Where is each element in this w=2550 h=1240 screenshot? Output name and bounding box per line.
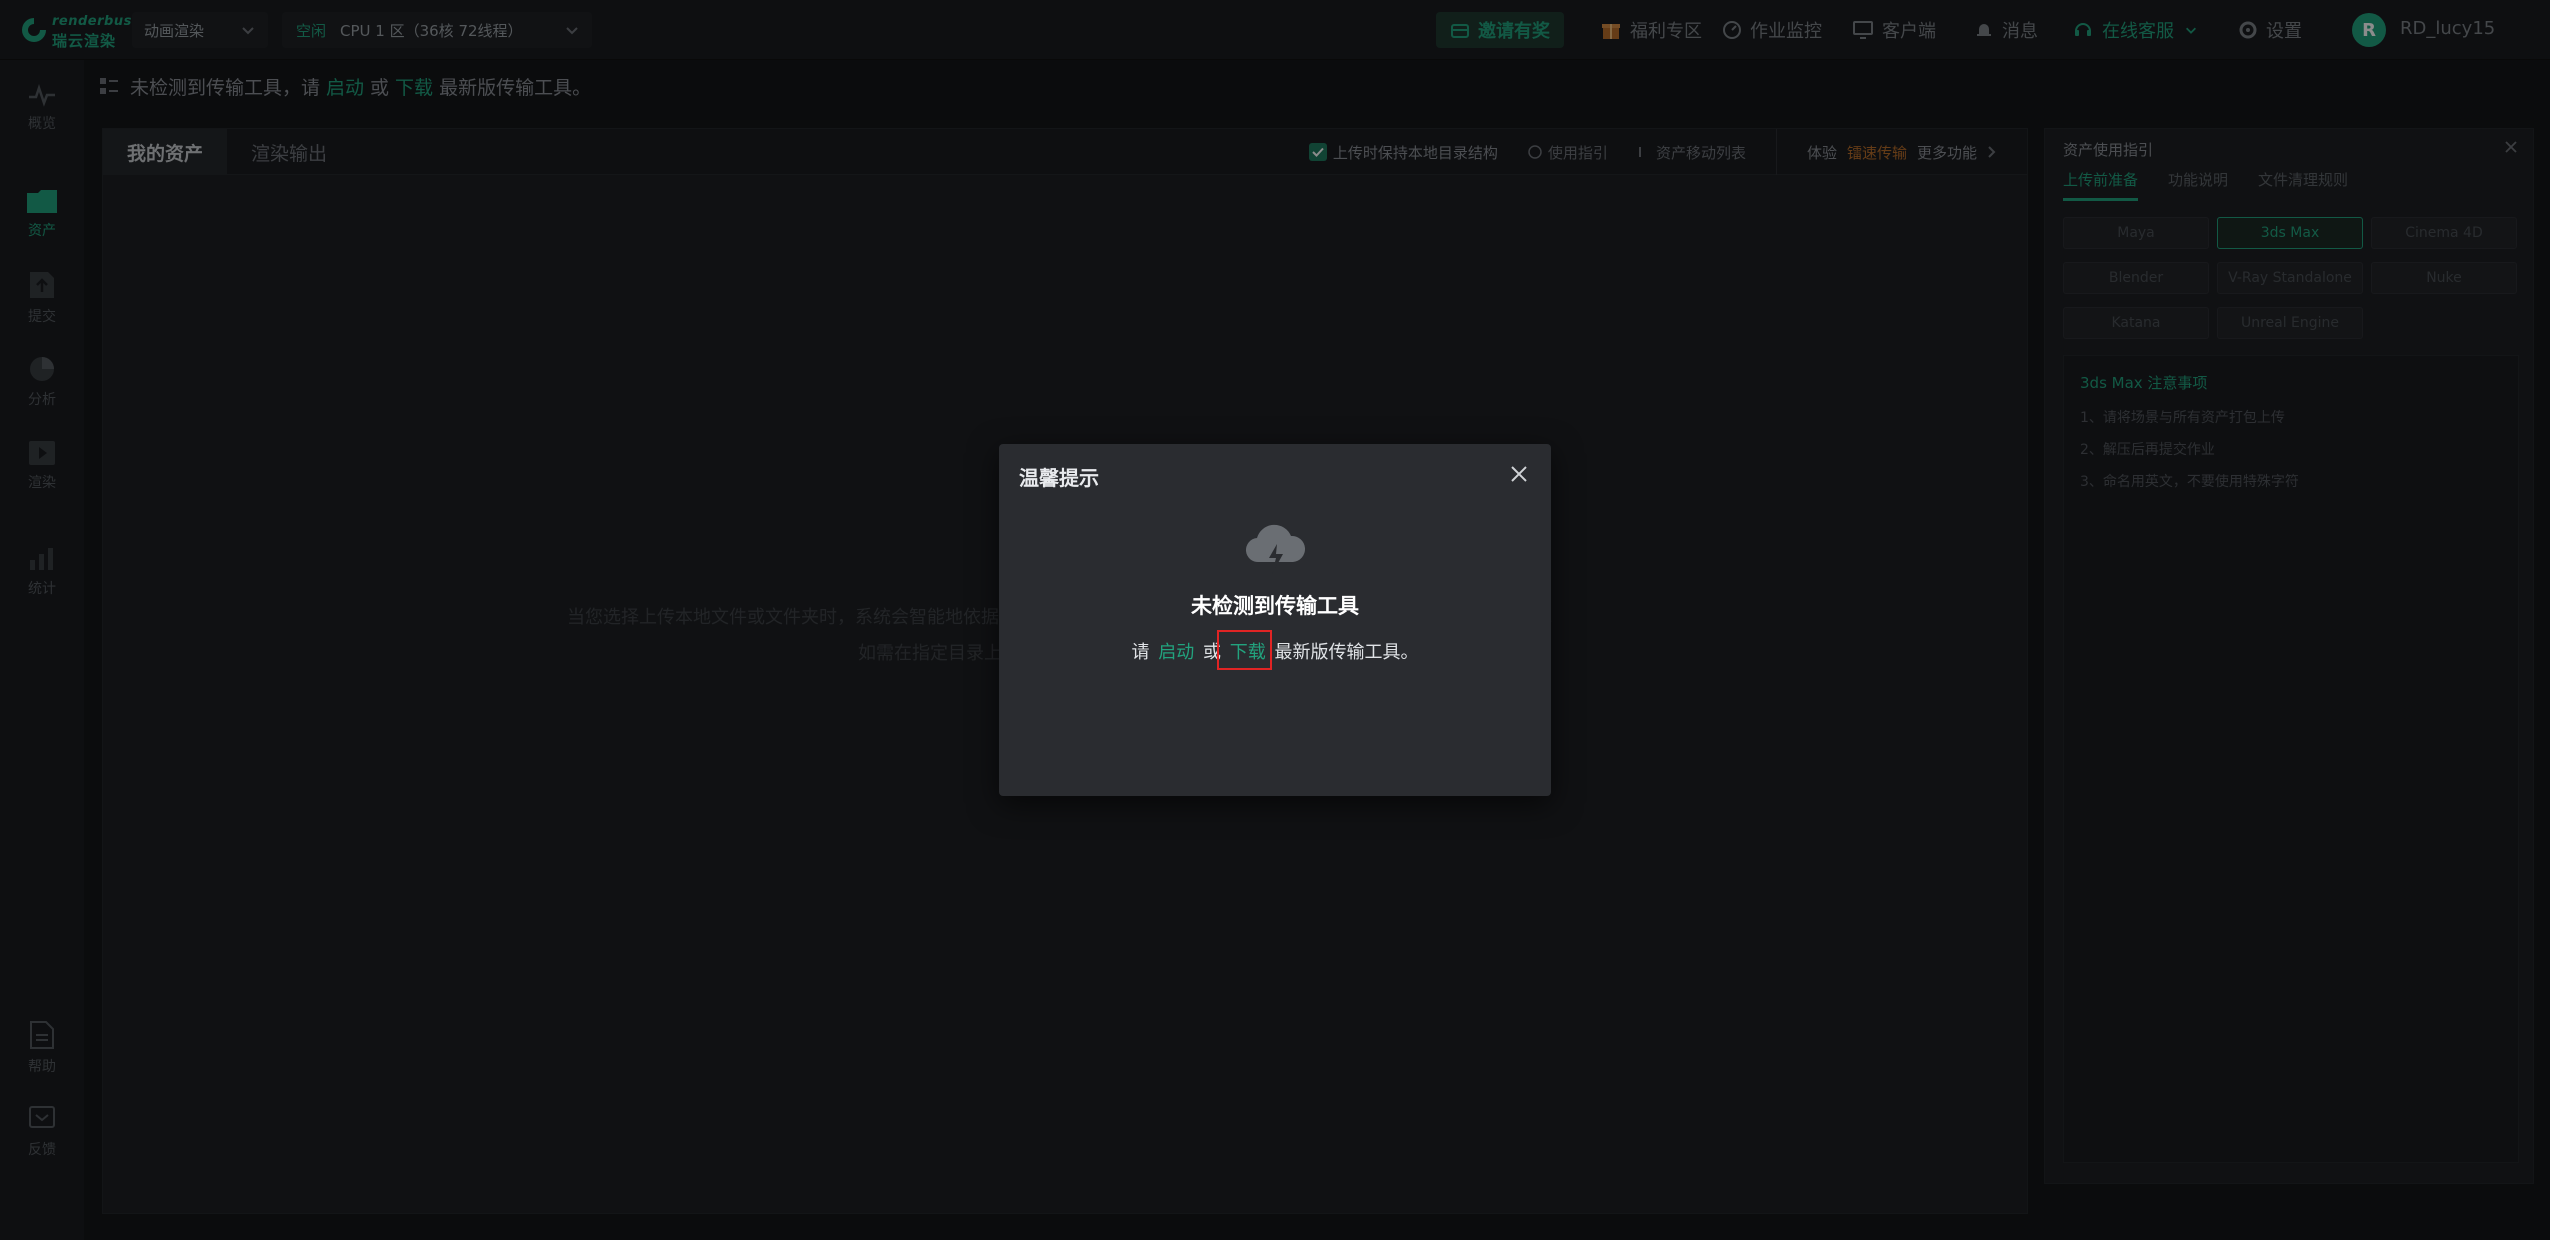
- dialog-suffix: 最新版传输工具。: [1274, 642, 1419, 663]
- dialog-title: 温馨提示: [1019, 466, 1099, 490]
- tip-dialog: 温馨提示 未检测到传输工具 请 启动 或 下载 最新版传输工具。: [999, 444, 1551, 796]
- cloud-lightning-icon: [1245, 524, 1306, 574]
- download-highlight-box: [1217, 630, 1272, 670]
- dialog-message: 请 启动 或 下载 最新版传输工具。: [999, 638, 1551, 664]
- dialog-launch-link[interactable]: 启动: [1158, 642, 1194, 663]
- dialog-heading: 未检测到传输工具: [1191, 594, 1359, 618]
- app-root: renderbus 瑞云渲染 动画渲染 空闲 CPU 1 区（36核 72线程）…: [0, 0, 2550, 1240]
- dialog-please: 请: [1131, 642, 1150, 663]
- close-icon[interactable]: [1507, 462, 1531, 486]
